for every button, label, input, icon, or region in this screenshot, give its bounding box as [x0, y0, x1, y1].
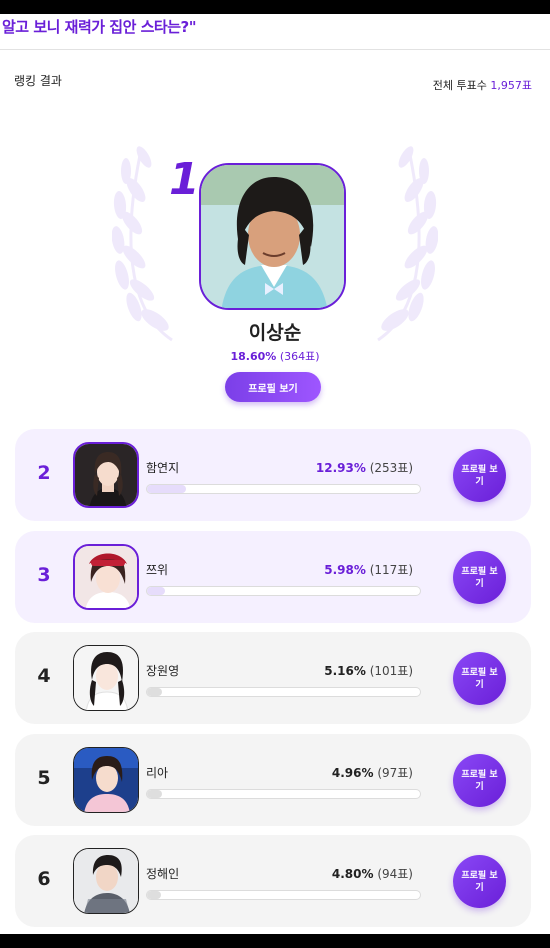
vote-progress-fill: [147, 485, 186, 493]
winner-profile-button[interactable]: 프로필 보기: [225, 372, 321, 402]
candidate-votes: (253표): [369, 461, 413, 475]
candidate-photo: [73, 848, 139, 914]
candidate-photo: [73, 442, 139, 508]
rank-card: 6 정해인 4.80% (94표) 프로필 보기: [15, 835, 531, 927]
candidate-name: 정해인: [146, 867, 180, 881]
vote-progress-bar: [146, 789, 421, 799]
vote-progress-fill: [147, 790, 162, 798]
results-label: 랭킹 결과: [14, 74, 62, 88]
candidate-votes: (97표): [377, 766, 413, 780]
candidate-stat: 4.96% (97표): [332, 764, 413, 781]
laurel-wreath-right-icon: [377, 146, 438, 342]
candidate-photo: [73, 544, 139, 610]
candidate-stat: 4.80% (94표): [332, 865, 413, 882]
vote-progress-fill: [147, 891, 162, 899]
vote-progress-bar: [146, 586, 421, 596]
candidate-name: 리아: [146, 766, 169, 780]
rank-card: 2 함연지 12.93% (253표) 프로필 보기: [15, 429, 531, 521]
rank-number: 6: [37, 868, 51, 890]
winner-rank: 1: [169, 154, 200, 205]
rank-card: 4 장원영 5.16% (101표) 프로필 보기: [15, 632, 531, 724]
profile-button[interactable]: 프로필 보기: [453, 449, 506, 502]
rank-card: 5 리아 4.96% (97표) 프로필 보기: [15, 734, 531, 826]
rank-number: 3: [37, 564, 51, 586]
candidate-name: 함연지: [146, 461, 180, 475]
poll-title: 알고 보니 재력가 집안 스타는?": [2, 18, 197, 36]
vote-progress-bar: [146, 484, 421, 494]
candidate-photo: [73, 747, 139, 813]
rank-number: 5: [37, 767, 51, 789]
candidate-percent: 5.16%: [324, 664, 366, 678]
top-edge: [0, 0, 550, 14]
rank-card: 3 쯔위 5.98% (117표) 프로필 보기: [15, 531, 531, 623]
total-votes: 전체 투표수 1,957표: [433, 77, 532, 93]
winner-votes: (364표): [279, 350, 320, 363]
profile-button[interactable]: 프로필 보기: [453, 652, 506, 705]
candidate-percent: 5.98%: [324, 563, 366, 577]
vote-progress-bar: [146, 890, 421, 900]
profile-button[interactable]: 프로필 보기: [453, 551, 506, 604]
candidate-votes: (117표): [369, 563, 413, 577]
winner-stat: 18.60% (364표): [0, 348, 550, 364]
candidate-stat: 5.16% (101표): [324, 662, 413, 679]
header-divider: [0, 49, 550, 50]
winner-name: 이상순: [248, 322, 302, 344]
vote-progress-bar: [146, 687, 421, 697]
candidate-stat: 5.98% (117표): [324, 561, 413, 578]
rank-number: 4: [37, 665, 51, 687]
candidate-name: 쯔위: [146, 563, 169, 577]
vote-progress-fill: [147, 688, 163, 696]
rank-number: 2: [37, 462, 51, 484]
winner-percent: 18.60%: [230, 350, 277, 363]
profile-button[interactable]: 프로필 보기: [453, 855, 506, 908]
candidate-votes: (101표): [369, 664, 413, 678]
total-votes-count: 1,957표: [490, 79, 532, 92]
winner-photo: [199, 163, 346, 310]
candidate-percent: 4.96%: [331, 766, 374, 780]
candidate-percent: 4.80%: [331, 867, 374, 881]
total-votes-label: 전체 투표수: [432, 79, 487, 92]
candidate-name: 장원영: [146, 664, 180, 678]
bottom-edge: [0, 934, 550, 948]
candidate-stat: 12.93% (253표): [316, 459, 413, 476]
profile-button[interactable]: 프로필 보기: [453, 754, 506, 807]
candidate-votes: (94표): [377, 867, 413, 881]
vote-progress-fill: [147, 587, 165, 595]
candidate-photo: [73, 645, 139, 711]
candidate-percent: 12.93%: [315, 461, 366, 475]
